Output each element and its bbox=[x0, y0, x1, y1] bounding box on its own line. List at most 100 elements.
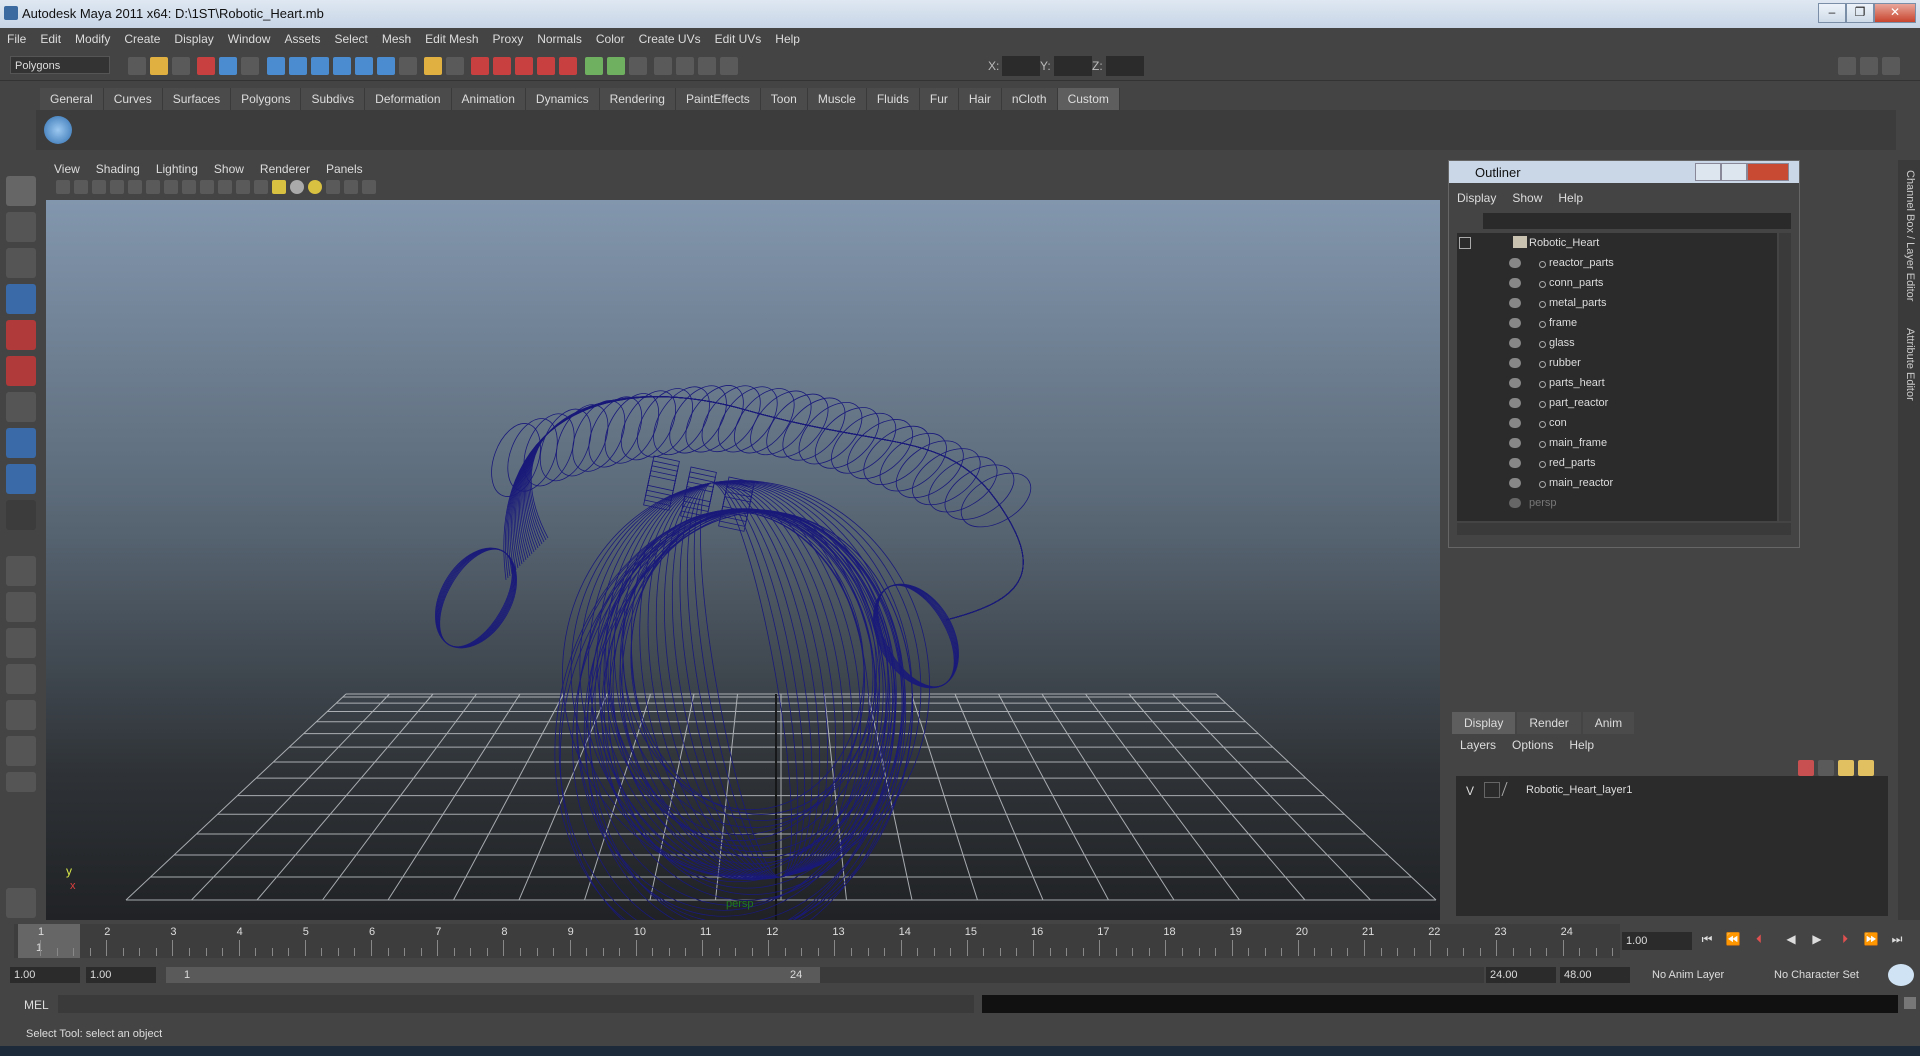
select-object-icon[interactable] bbox=[219, 57, 238, 75]
last-tool-slot[interactable] bbox=[6, 500, 36, 530]
shelf-tab-dynamics[interactable]: Dynamics bbox=[525, 88, 600, 110]
isolate-select-icon[interactable] bbox=[344, 180, 358, 194]
play-backwards-icon[interactable]: ◀ bbox=[1782, 932, 1800, 950]
character-set-dropdown[interactable]: No Character Set bbox=[1770, 967, 1880, 983]
layer-menu-layers[interactable]: Layers bbox=[1452, 736, 1504, 754]
film-gate-icon[interactable] bbox=[146, 180, 160, 194]
single-perspective-layout-icon[interactable] bbox=[6, 556, 36, 586]
go-to-end-icon[interactable]: ⏭ bbox=[1888, 932, 1906, 950]
grid-toggle-icon[interactable] bbox=[128, 180, 142, 194]
render-icon[interactable] bbox=[584, 57, 603, 75]
xray-icon[interactable] bbox=[326, 180, 340, 194]
step-forward-key-icon[interactable]: ⏩ bbox=[1862, 932, 1880, 950]
layer-tab-display[interactable]: Display bbox=[1452, 712, 1516, 734]
outliner-filter-field[interactable] bbox=[1483, 213, 1791, 229]
outliner-item[interactable]: main_reactor bbox=[1457, 473, 1777, 493]
menu-assets[interactable]: Assets bbox=[277, 28, 327, 46]
soft-mod-tool-icon[interactable] bbox=[6, 428, 36, 458]
universal-manipulator-icon[interactable] bbox=[6, 392, 36, 422]
shelf-tab-custom[interactable]: Custom bbox=[1057, 88, 1120, 110]
snap-curve-icon[interactable] bbox=[288, 57, 307, 75]
outliner-maximize-button[interactable] bbox=[1721, 163, 1747, 181]
outliner-item[interactable]: red_parts bbox=[1457, 453, 1777, 473]
shelf-tab-general[interactable]: General bbox=[40, 88, 104, 110]
toggle-attribute-editor-icon[interactable] bbox=[1838, 57, 1856, 75]
layer-sort-icon[interactable] bbox=[1858, 760, 1874, 776]
shelf-tab-fluids[interactable]: Fluids bbox=[866, 88, 920, 110]
script-editor-icon[interactable] bbox=[1904, 997, 1916, 1009]
layout-options-icon[interactable] bbox=[6, 772, 36, 792]
current-frame-field[interactable]: 1.00 bbox=[1622, 932, 1692, 950]
menu-create[interactable]: Create bbox=[117, 28, 167, 46]
outliner-item[interactable]: glass bbox=[1457, 333, 1777, 353]
menu-edit[interactable]: Edit bbox=[33, 28, 68, 46]
outliner-minimize-button[interactable] bbox=[1695, 163, 1721, 181]
shelf-tab-rendering[interactable]: Rendering bbox=[599, 88, 676, 110]
layer-options-icon[interactable] bbox=[1838, 760, 1854, 776]
hypershade-icon[interactable] bbox=[654, 57, 673, 75]
ipr-render-icon[interactable] bbox=[606, 57, 625, 75]
range-track[interactable]: 1 24 bbox=[166, 967, 1484, 983]
checkmark-shelf-icon[interactable] bbox=[44, 116, 72, 144]
history-icon[interactable] bbox=[376, 57, 395, 75]
construction-icon[interactable] bbox=[515, 57, 534, 75]
high-quality-icon[interactable] bbox=[308, 180, 322, 194]
outliner-item-root[interactable]: Robotic_Heart bbox=[1457, 233, 1777, 253]
menu-mesh[interactable]: Mesh bbox=[375, 28, 418, 46]
lights-icon[interactable] bbox=[698, 57, 717, 75]
animation-start-field[interactable]: 1.00 bbox=[10, 967, 80, 983]
toggle-channel-box-icon[interactable] bbox=[1882, 57, 1900, 75]
rotate-tool-icon[interactable] bbox=[6, 320, 36, 350]
image-plane-icon[interactable] bbox=[110, 180, 124, 194]
step-forward-frame-icon[interactable]: ⏵ bbox=[1836, 932, 1854, 950]
close-button[interactable]: ✕ bbox=[1874, 3, 1916, 23]
outliner-item[interactable]: conn_parts bbox=[1457, 273, 1777, 293]
select-camera-icon[interactable] bbox=[56, 180, 70, 194]
shelf-tab-hair[interactable]: Hair bbox=[958, 88, 1002, 110]
open-scene-icon[interactable] bbox=[150, 57, 168, 75]
paint-select-tool-icon[interactable] bbox=[6, 248, 36, 278]
y-field[interactable] bbox=[1054, 56, 1092, 76]
outliner-item[interactable]: frame bbox=[1457, 313, 1777, 333]
outliner-item-camera[interactable]: persp bbox=[1457, 493, 1777, 513]
side-tab-channel-box[interactable]: Channel Box / Layer Editor bbox=[1902, 170, 1916, 320]
menu-edit-mesh[interactable]: Edit Mesh bbox=[418, 28, 485, 46]
safe-action-icon[interactable] bbox=[182, 180, 196, 194]
new-layer-selected-icon[interactable] bbox=[1818, 760, 1834, 776]
show-manipulator-icon[interactable] bbox=[6, 464, 36, 494]
select-component-icon[interactable] bbox=[241, 57, 260, 75]
render-view-icon[interactable] bbox=[676, 57, 695, 75]
outliner-item[interactable]: main_frame bbox=[1457, 433, 1777, 453]
layer-visibility-toggle[interactable]: V bbox=[1466, 784, 1474, 798]
move-tool-icon[interactable] bbox=[6, 284, 36, 314]
menu-select[interactable]: Select bbox=[327, 28, 374, 46]
output-ops-icon[interactable] bbox=[493, 57, 512, 75]
viewport-options-icon[interactable] bbox=[362, 180, 376, 194]
outliner-item[interactable]: con bbox=[1457, 413, 1777, 433]
shelf-tab-painteffects[interactable]: PaintEffects bbox=[675, 88, 761, 110]
outliner-close-button[interactable] bbox=[1747, 163, 1789, 181]
snap-plane-icon[interactable] bbox=[332, 57, 351, 75]
outliner-vertical-scrollbar[interactable] bbox=[1779, 233, 1791, 521]
menu-file[interactable]: File bbox=[0, 28, 33, 46]
help-icon[interactable] bbox=[398, 57, 417, 75]
new-layer-icon[interactable] bbox=[1798, 760, 1814, 776]
step-back-key-icon[interactable]: ⏪ bbox=[1724, 932, 1742, 950]
shelf-tab-muscle[interactable]: Muscle bbox=[807, 88, 867, 110]
shelf-tab-subdivs[interactable]: Subdivs bbox=[301, 88, 366, 110]
lock-icon[interactable] bbox=[424, 57, 443, 75]
layer-tab-render[interactable]: Render bbox=[1517, 712, 1581, 734]
input-ops-icon[interactable] bbox=[471, 57, 490, 75]
animation-end-field[interactable]: 48.00 bbox=[1560, 967, 1630, 983]
make-live-icon[interactable] bbox=[354, 57, 373, 75]
select-tool-icon[interactable] bbox=[6, 176, 36, 206]
shadows-icon[interactable] bbox=[290, 180, 304, 194]
layer-playback-toggle[interactable] bbox=[1484, 782, 1500, 798]
render-region-icon[interactable] bbox=[537, 57, 556, 75]
persp-graph-layout-icon[interactable] bbox=[6, 664, 36, 694]
command-input[interactable] bbox=[58, 995, 974, 1013]
bookmarks-icon[interactable] bbox=[92, 180, 106, 194]
maximize-button[interactable]: ❐ bbox=[1846, 3, 1874, 23]
snap-point-icon[interactable] bbox=[310, 57, 329, 75]
playback-end-field[interactable]: 24.00 bbox=[1486, 967, 1556, 983]
